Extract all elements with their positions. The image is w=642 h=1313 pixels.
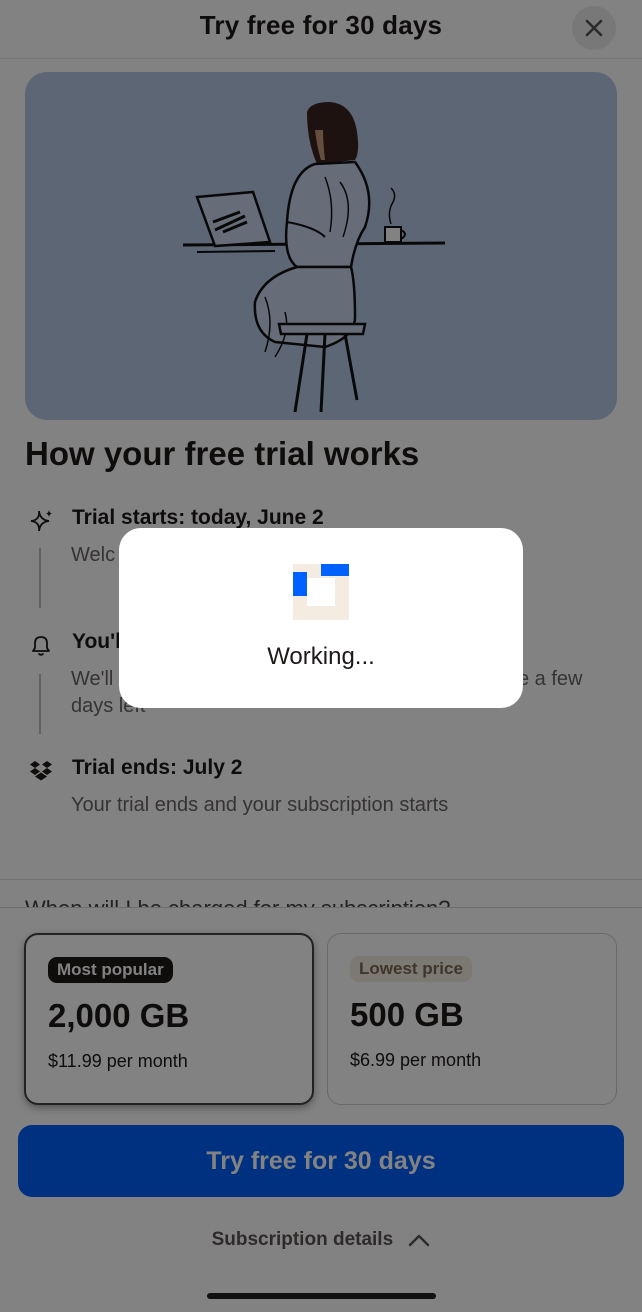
working-text: Working... [267, 643, 375, 670]
working-modal: Working... [119, 528, 523, 708]
dropbox-loading-icon [293, 564, 349, 620]
home-indicator [207, 1293, 436, 1299]
